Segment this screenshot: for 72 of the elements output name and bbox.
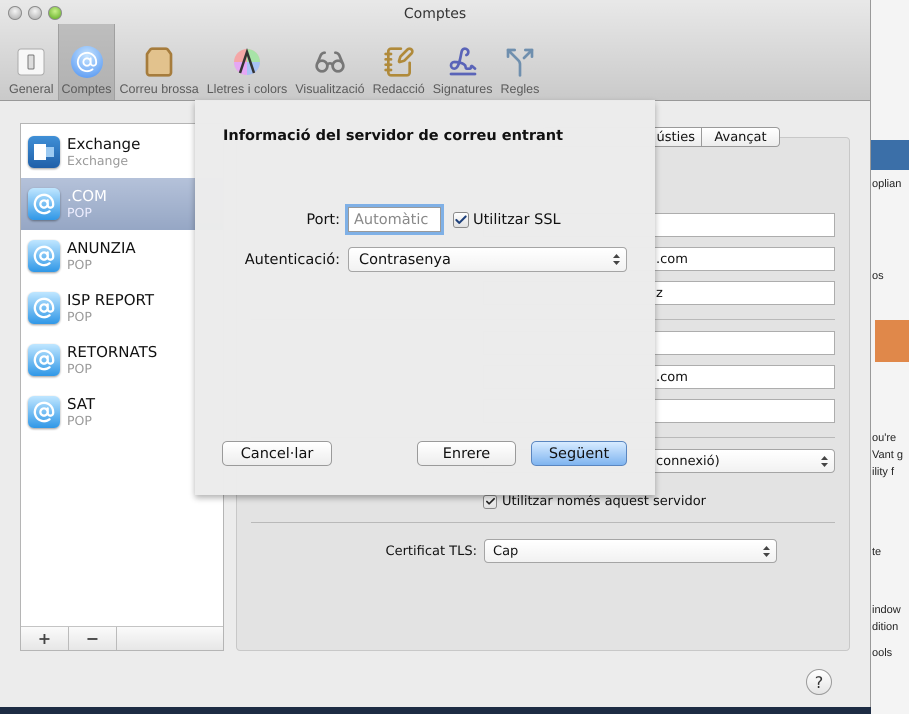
checkbox-label: Utilitzar només aquest servidor [502, 494, 706, 509]
toolbar-tab[interactable]: Redacció [370, 24, 428, 100]
help-button[interactable]: ? [806, 669, 832, 695]
toolbar-tab[interactable]: Lletres i colors [204, 24, 290, 100]
account-type: Exchange [67, 153, 130, 169]
dialog-button[interactable]: Següent [531, 441, 627, 466]
bag-icon [143, 46, 176, 78]
account-type: POP [67, 413, 93, 429]
text-fragment: ou're [872, 432, 896, 444]
photo-placeholder [875, 320, 909, 362]
text-fragment: ility f [872, 466, 894, 478]
at-sign-icon [28, 240, 60, 272]
remove-button[interactable]: − [69, 627, 117, 650]
popup-menu[interactable]: Contrasenya [348, 247, 627, 272]
close-button[interactable] [8, 6, 22, 20]
mail-app-icon [28, 136, 60, 168]
text-fragment: te [872, 546, 882, 558]
text-fragment: os [872, 270, 884, 282]
field-label: Autenticació: [244, 252, 340, 268]
split-arrows-icon [504, 46, 536, 78]
checkbox[interactable] [483, 494, 497, 508]
field-label: Certificat TLS: [384, 544, 477, 558]
dialog-title: Informació del servidor de correu entrant [222, 128, 564, 144]
account-item[interactable]: RETORNATS POP [21, 334, 223, 386]
add-button[interactable]: + [21, 627, 69, 650]
pen-signature-icon [446, 46, 479, 78]
account-name: .COM [67, 187, 107, 205]
popup-menu[interactable]: Cap [484, 539, 777, 563]
port-field[interactable]: Automàtic [348, 207, 441, 232]
at-sign-icon [28, 396, 60, 428]
field-label: Port: [305, 212, 340, 228]
account-type: POP [67, 309, 93, 325]
at-sign-icon [28, 292, 60, 324]
account-type: POP [67, 257, 93, 273]
account-item[interactable]: Exchange Exchange [21, 126, 223, 178]
account-item[interactable]: ANUNZIA POP [21, 230, 223, 282]
checkbox-label: Utilitzar SSL [473, 212, 561, 228]
at-sign-icon [70, 46, 102, 78]
text-fragment: oplian [872, 178, 902, 190]
account-name: ANUNZIA [67, 239, 136, 257]
toolbar-tab[interactable]: General [6, 24, 56, 100]
account-type: POP [67, 361, 93, 377]
minimize-button[interactable] [28, 6, 42, 20]
zoom-button[interactable] [48, 6, 62, 20]
tab[interactable]: Avançat [702, 127, 780, 147]
text-fragment: ools [872, 647, 892, 659]
header-bar [871, 140, 909, 170]
checkbox[interactable] [453, 212, 469, 228]
account-name: Exchange [67, 135, 140, 153]
account-item[interactable]: SAT POP [21, 386, 223, 438]
text-fragment: dition [872, 621, 898, 633]
account-name: ISP REPORT [67, 291, 154, 309]
up-down-arrows-icon [763, 546, 770, 556]
account-name: RETORNATS [67, 343, 158, 361]
notepad-pencil-icon [382, 46, 415, 78]
toolbar-tab[interactable]: Regles [497, 24, 542, 100]
up-down-arrows-icon [821, 456, 828, 466]
dialog-button[interactable]: Enrere [417, 441, 516, 466]
dialog-button[interactable]: Cancel·lar [222, 441, 332, 466]
window-title: Comptes [402, 5, 468, 22]
up-down-arrows-icon [613, 254, 620, 265]
toolbar-tab[interactable]: Visualització [292, 24, 368, 100]
at-sign-icon [28, 344, 60, 376]
toolbar-tab[interactable]: Correu brossa [116, 24, 202, 100]
account-type: POP [67, 205, 93, 221]
account-name: SAT [67, 395, 96, 413]
text-fragment: Vant g [872, 449, 903, 461]
at-sign-icon [28, 188, 60, 220]
text-fragment: indow [872, 604, 901, 616]
toolbar-tab[interactable]: Signatures [430, 24, 496, 100]
account-item[interactable]: ISP REPORT POP [21, 282, 223, 334]
switch-icon [15, 46, 48, 78]
